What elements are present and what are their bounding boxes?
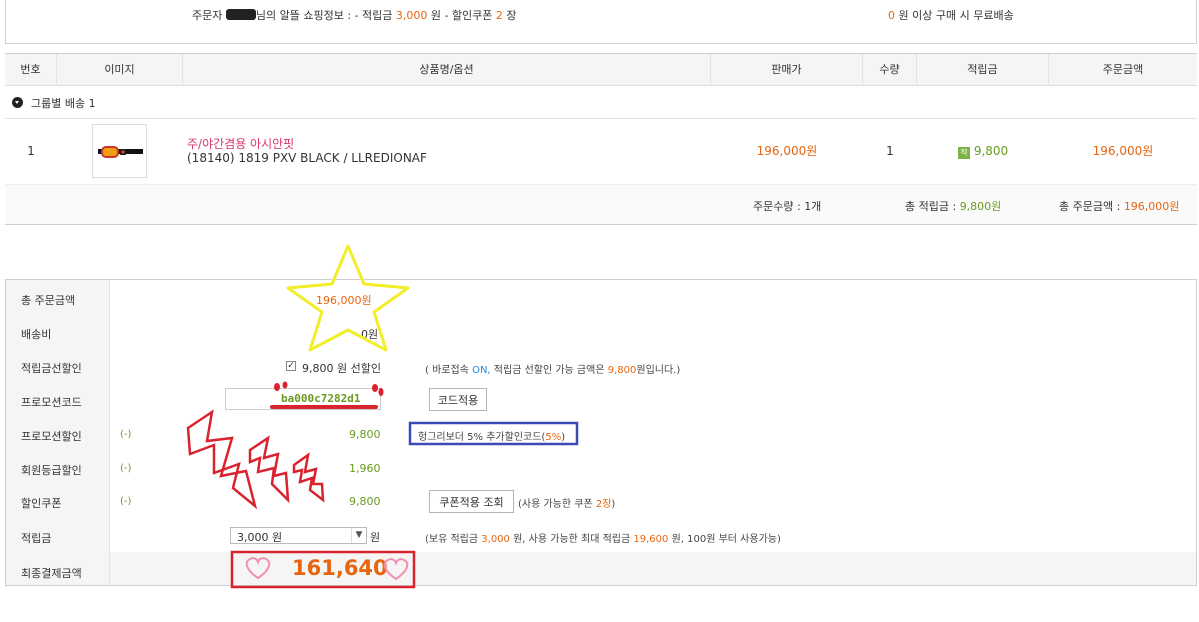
lightning-annotation (248, 435, 290, 504)
lightning-annotation (186, 409, 258, 510)
heart-icon (383, 558, 409, 581)
red-dot-annotation (378, 388, 384, 396)
blue-box-annotation (408, 421, 579, 446)
heart-icon (245, 557, 271, 580)
red-dot-annotation (372, 384, 378, 392)
lightning-annotation (292, 452, 325, 503)
annotation-overlay (186, 244, 579, 589)
red-dot-annotation (274, 383, 280, 391)
yellow-star-annotation (286, 244, 410, 352)
red-dot-annotation (282, 381, 288, 389)
